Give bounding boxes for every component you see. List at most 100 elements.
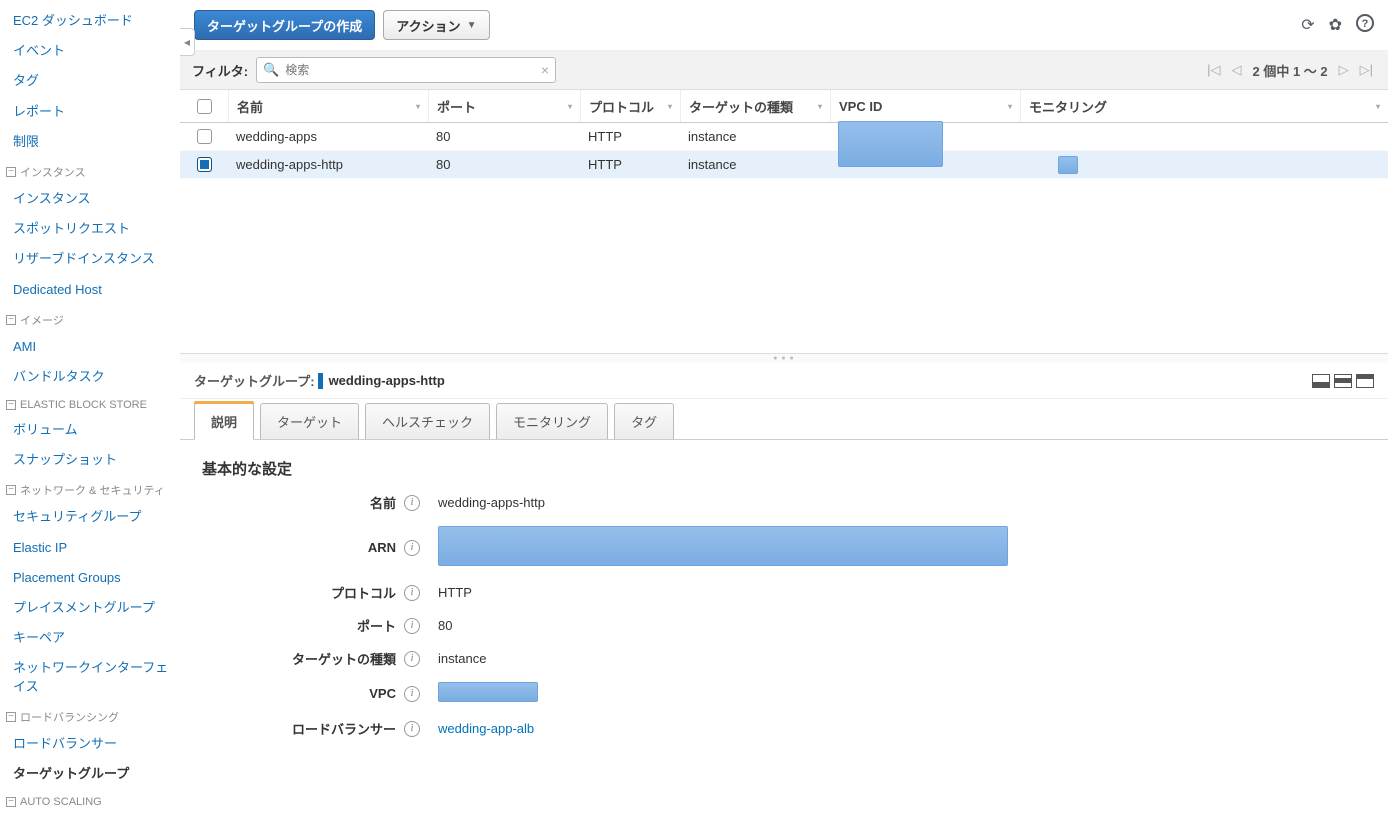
settings-icon[interactable]: ✿: [1329, 15, 1342, 35]
layout-split-icon[interactable]: [1334, 374, 1352, 388]
row-target-type: instance: [680, 151, 830, 178]
filter-label: フィルタ:: [192, 61, 248, 80]
basic-settings-heading: 基本的な設定: [194, 452, 1374, 493]
table-row[interactable]: wedding-apps-http 80 HTTP instance: [180, 151, 1388, 179]
tab-monitoring[interactable]: モニタリング: [496, 403, 608, 439]
field-label-load-balancer: ロードバランサー: [194, 719, 404, 738]
pager-last-icon[interactable]: ▷|: [1357, 62, 1376, 78]
selection-indicator-icon: [318, 373, 323, 389]
sort-icon: ▾: [1376, 102, 1380, 111]
column-header-port[interactable]: ポート▾: [428, 90, 580, 122]
sort-icon: ▾: [668, 102, 672, 111]
sidebar-item-instances[interactable]: インスタンス: [0, 184, 179, 214]
column-header-monitoring[interactable]: モニタリング▾: [1020, 90, 1388, 122]
sidebar-item-elastic-ip[interactable]: Elastic IP: [0, 533, 179, 563]
sidebar-item-key-pairs[interactable]: キーペア: [0, 623, 179, 653]
sidebar-item-events[interactable]: イベント: [0, 36, 179, 66]
field-label-target-type: ターゲットの種類: [194, 649, 404, 668]
search-input[interactable]: [283, 62, 541, 78]
info-icon[interactable]: i: [404, 651, 420, 667]
column-header-protocol[interactable]: プロトコル▾: [580, 90, 680, 122]
table-row[interactable]: wedding-apps 80 HTTP instance: [180, 123, 1388, 151]
layout-bottom-icon[interactable]: [1312, 374, 1330, 388]
pager-prev-icon[interactable]: ◁: [1228, 62, 1244, 78]
field-value-load-balancer-link[interactable]: wedding-app-alb: [438, 721, 534, 736]
sidebar-item-placement-groups-jp[interactable]: プレイスメントグループ: [0, 593, 179, 623]
sidebar-section-network-security[interactable]: −ネットワーク & セキュリティ: [0, 475, 179, 502]
main-area: ターゲットグループの作成 アクション ▼ ⟳ ✿ ? フィルタ: 🔍 ×: [180, 0, 1388, 829]
row-protocol: HTTP: [580, 151, 680, 178]
search-icon: 🔍: [263, 62, 279, 78]
actions-label: アクション: [396, 16, 460, 35]
pager-first-icon[interactable]: |◁: [1204, 62, 1223, 78]
redacted-vpc-id: [838, 121, 943, 167]
info-icon[interactable]: i: [404, 618, 420, 634]
info-icon[interactable]: i: [404, 585, 420, 601]
search-box[interactable]: 🔍 ×: [256, 57, 556, 83]
info-icon[interactable]: i: [404, 721, 420, 737]
layout-top-icon[interactable]: [1356, 374, 1374, 388]
redacted-vpc: [438, 682, 538, 702]
table-header: 名前▾ ポート▾ プロトコル▾ ターゲットの種類▾ VPC ID▾ モニタリング…: [180, 90, 1388, 123]
sidebar-item-volumes[interactable]: ボリューム: [0, 415, 179, 445]
row-target-type: instance: [680, 123, 830, 150]
detail-body: 基本的な設定 名前 i wedding-apps-http ARN i プロトコ…: [180, 440, 1388, 782]
sidebar-item-spot-requests[interactable]: スポットリクエスト: [0, 214, 179, 244]
sidebar-item-security-groups[interactable]: セキュリティグループ: [0, 502, 179, 532]
field-label-arn: ARN: [194, 540, 404, 555]
pager: |◁ ◁ 2 個中 1 ～ 2 ▷ ▷|: [1204, 61, 1376, 80]
table-body: wedding-apps 80 HTTP instance wedding-ap…: [180, 123, 1388, 353]
layout-toggles: [1312, 374, 1374, 388]
select-all-checkbox[interactable]: [197, 99, 212, 114]
sort-icon: ▾: [1008, 102, 1012, 111]
tab-tags[interactable]: タグ: [614, 403, 674, 439]
info-icon[interactable]: i: [404, 495, 420, 511]
tab-description[interactable]: 説明: [194, 403, 254, 440]
field-label-protocol: プロトコル: [194, 583, 404, 602]
sidebar-item-placement-groups-en[interactable]: Placement Groups: [0, 563, 179, 593]
actions-dropdown[interactable]: アクション ▼: [383, 10, 489, 40]
sort-icon: ▾: [568, 102, 572, 111]
sidebar-item-tags[interactable]: タグ: [0, 66, 179, 96]
row-checkbox[interactable]: [197, 157, 212, 172]
pager-next-icon[interactable]: ▷: [1336, 62, 1352, 78]
sidebar-collapse-toggle[interactable]: ◀: [180, 28, 195, 56]
clear-search-icon[interactable]: ×: [541, 62, 549, 78]
sidebar-section-auto-scaling[interactable]: −AUTO SCALING: [0, 789, 179, 812]
refresh-icon[interactable]: ⟳: [1301, 15, 1314, 35]
sidebar-item-reserved-instances[interactable]: リザーブドインスタンス: [0, 244, 179, 274]
create-target-group-button[interactable]: ターゲットグループの作成: [194, 10, 375, 40]
info-icon[interactable]: i: [404, 686, 420, 702]
sidebar-item-dedicated-host[interactable]: Dedicated Host: [0, 275, 179, 305]
sidebar-item-target-groups[interactable]: ターゲットグループ: [0, 759, 179, 789]
sidebar-section-instances[interactable]: −インスタンス: [0, 157, 179, 184]
row-port: 80: [428, 123, 580, 150]
column-header-target-type[interactable]: ターゲットの種類▾: [680, 90, 830, 122]
sidebar-item-ami[interactable]: AMI: [0, 332, 179, 362]
sidebar-item-limits[interactable]: 制限: [0, 127, 179, 157]
tab-health-check[interactable]: ヘルスチェック: [365, 403, 490, 439]
row-name: wedding-apps: [228, 123, 428, 150]
sort-icon: ▾: [416, 102, 420, 111]
sidebar-item-bundle-tasks[interactable]: バンドルタスク: [0, 362, 179, 392]
info-icon[interactable]: i: [404, 540, 420, 556]
sidebar-item-snapshots[interactable]: スナップショット: [0, 445, 179, 475]
sidebar-section-ebs[interactable]: −ELASTIC BLOCK STORE: [0, 392, 179, 415]
detail-title-prefix: ターゲットグループ:: [194, 371, 315, 390]
field-value-protocol: HTTP: [438, 585, 472, 600]
row-checkbox[interactable]: [197, 129, 212, 144]
sidebar-section-images[interactable]: −イメージ: [0, 305, 179, 332]
panel-splitter[interactable]: ● ● ●: [180, 353, 1388, 363]
pager-text: 2 個中 1 ～ 2: [1249, 61, 1330, 80]
sidebar-section-load-balancing[interactable]: −ロードバランシング: [0, 702, 179, 729]
sidebar-item-reports[interactable]: レポート: [0, 97, 179, 127]
column-header-vpc-id[interactable]: VPC ID▾: [830, 90, 1020, 122]
column-header-name[interactable]: 名前▾: [228, 90, 428, 122]
sidebar-item-network-interfaces[interactable]: ネットワークインターフェイス: [0, 653, 179, 701]
field-value-target-type: instance: [438, 651, 486, 666]
sidebar-item-load-balancers[interactable]: ロードバランサー: [0, 729, 179, 759]
tab-targets[interactable]: ターゲット: [260, 403, 359, 439]
sidebar-item-ec2-dashboard[interactable]: EC2 ダッシュボード: [0, 6, 179, 36]
filter-row: フィルタ: 🔍 × |◁ ◁ 2 個中 1 ～ 2 ▷ ▷|: [180, 51, 1388, 90]
help-icon[interactable]: ?: [1356, 14, 1374, 37]
